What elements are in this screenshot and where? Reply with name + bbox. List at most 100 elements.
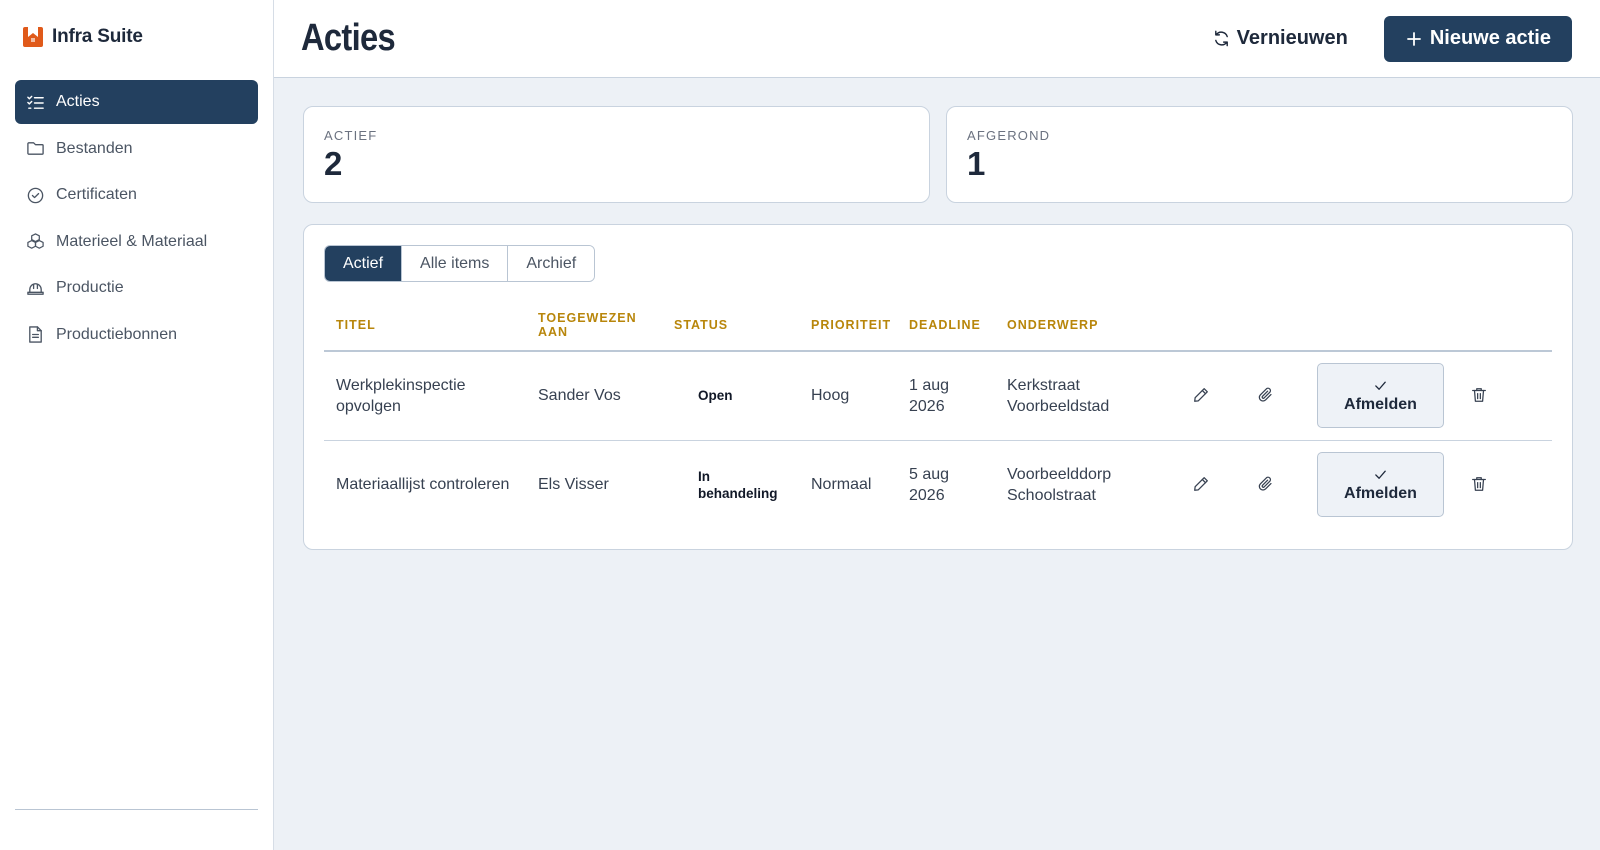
sidebar-item-bestanden[interactable]: Bestanden — [15, 127, 258, 171]
status-label: Open — [698, 388, 733, 404]
sidebar-item-acties[interactable]: Acties — [15, 80, 258, 124]
paperclip-icon — [1258, 387, 1272, 402]
topbar-actions: Vernieuwen Nieuwe actie — [1200, 15, 1572, 62]
sidebar-item-materieel[interactable]: Materieel & Materiaal — [15, 220, 258, 264]
topbar: Acties Vernieuwen Nieuwe actie — [274, 0, 1600, 78]
table-row[interactable]: Werkplekinspectie opvolgen Sander Vos Op… — [324, 351, 1552, 441]
attach-button[interactable] — [1252, 381, 1280, 409]
hard-hat-icon — [27, 282, 44, 295]
actions-table: TITEL TOEGEWEZEN AAN STATUS PRIORITEIT D… — [324, 299, 1552, 529]
cell-subject: Voorbeelddorp Schoolstraat — [1007, 465, 1112, 504]
edit-button[interactable] — [1187, 470, 1215, 498]
afmelden-label: Afmelden — [1344, 484, 1417, 502]
brand-logo-icon — [23, 27, 43, 47]
cell-delete — [1453, 440, 1552, 529]
trash-icon — [1472, 477, 1486, 492]
table-header-row: TITEL TOEGEWEZEN AAN STATUS PRIORITEIT D… — [324, 299, 1552, 352]
sidebar-item-certificaten[interactable]: Certificaten — [15, 173, 258, 217]
sidebar-item-label: Materieel & Materiaal — [56, 232, 208, 250]
cell-attach — [1240, 440, 1305, 529]
stat-value: 2 — [324, 145, 343, 182]
stat-card-actief: ACTIEF 2 — [303, 106, 930, 203]
cell-delete — [1453, 351, 1552, 441]
column-header-toegewezen[interactable]: TOEGEWEZEN AAN — [526, 299, 662, 352]
stat-label: AFGEROND — [967, 128, 1051, 143]
attach-button[interactable] — [1252, 470, 1280, 498]
tab-archief[interactable]: Archief — [508, 246, 595, 281]
afmelden-button[interactable]: Afmelden — [1317, 363, 1444, 429]
stat-card-afgerond: AFGEROND 1 — [946, 106, 1573, 203]
boxes-icon — [27, 233, 44, 249]
column-header-prioriteit[interactable]: PRIORITEIT — [799, 299, 897, 352]
content: ACTIEF 2 AFGEROND 1 Actief Alle items Ar… — [274, 78, 1600, 550]
sidebar-item-productiebonnen[interactable]: Productiebonnen — [15, 313, 258, 357]
brand[interactable]: Infra Suite — [15, 0, 258, 74]
afmelden-button[interactable]: Afmelden — [1317, 452, 1444, 518]
trash-icon — [1472, 388, 1486, 403]
tab-actief[interactable]: Actief — [325, 246, 403, 281]
column-header-empty — [1453, 299, 1552, 352]
folder-icon — [27, 142, 44, 155]
cell-done: Afmelden — [1305, 440, 1453, 529]
cell-priority: Normaal — [811, 476, 872, 494]
sidebar-item-label: Productiebonnen — [56, 325, 177, 343]
sidebar-item-label: Acties — [56, 93, 100, 110]
column-header-status[interactable]: STATUS — [662, 299, 799, 352]
new-action-button[interactable]: Nieuwe actie — [1383, 15, 1572, 62]
list-check-icon — [27, 95, 44, 109]
tab-alle-items[interactable]: Alle items — [402, 246, 509, 281]
sidebar-item-productie[interactable]: Productie — [15, 266, 258, 310]
sidebar: Infra Suite Acties Bestanden Certificate… — [0, 0, 274, 850]
page-title: Acties — [301, 17, 396, 59]
document-icon — [29, 326, 42, 343]
cell-assignee: Sander Vos — [526, 351, 662, 441]
sidebar-item-label: Bestanden — [56, 139, 133, 157]
column-header-titel[interactable]: TITEL — [324, 299, 526, 352]
refresh-icon — [1214, 30, 1228, 47]
cell-attach — [1240, 351, 1305, 441]
column-header-deadline[interactable]: DEADLINE — [897, 299, 995, 352]
stats: ACTIEF 2 AFGEROND 1 — [303, 106, 1573, 203]
stat-label: ACTIEF — [324, 128, 378, 143]
sidebar-item-label: Certificaten — [56, 186, 137, 203]
stat-value: 1 — [967, 145, 986, 182]
main-area: Acties Vernieuwen Nieuwe actie ACTIEF 2 … — [274, 0, 1600, 850]
pencil-icon — [1194, 477, 1208, 492]
column-header-empty — [1305, 299, 1453, 352]
cell-edit — [1175, 440, 1240, 529]
cell-status: Open — [662, 351, 799, 441]
table-row[interactable]: Materiaallijst controleren Els Visser In… — [324, 440, 1552, 529]
brand-name: Infra Suite — [52, 26, 143, 47]
column-header-empty — [1240, 299, 1305, 352]
paperclip-icon — [1258, 476, 1272, 491]
sidebar-divider — [15, 809, 258, 810]
column-header-onderwerp[interactable]: ONDERWERP — [995, 299, 1175, 352]
plus-icon — [1406, 31, 1421, 46]
new-action-label: Nieuwe actie — [1429, 27, 1551, 49]
edit-button[interactable] — [1187, 381, 1215, 409]
cell-assignee: Els Visser — [538, 476, 609, 494]
afmelden-label: Afmelden — [1344, 395, 1417, 413]
cell-title: Materiaallijst controleren — [336, 476, 510, 494]
cell-status: In behandeling — [662, 440, 799, 529]
cell-priority: Hoog — [799, 351, 897, 441]
refresh-label: Vernieuwen — [1236, 27, 1348, 49]
cell-deadline: 1 aug 2026 — [897, 351, 995, 441]
status-label: In behandeling — [698, 468, 778, 501]
badge-check-icon — [27, 187, 44, 203]
refresh-button[interactable]: Vernieuwen — [1200, 16, 1360, 62]
actions-panel: Actief Alle items Archief TITEL TOEGEWEZ… — [303, 224, 1573, 550]
pencil-icon — [1194, 388, 1208, 403]
filter-tabs: Actief Alle items Archief — [324, 245, 596, 282]
cell-edit — [1175, 351, 1240, 441]
delete-button[interactable] — [1465, 381, 1493, 409]
app: Infra Suite Acties Bestanden Certificate… — [0, 0, 1600, 850]
delete-button[interactable] — [1465, 470, 1493, 498]
check-icon — [1375, 470, 1386, 479]
sidebar-item-label: Productie — [56, 279, 124, 296]
cell-subject: Kerkstraat Voorbeeldstad — [995, 351, 1175, 441]
cell-deadline: 5 aug 2026 — [909, 465, 950, 504]
column-header-empty — [1175, 299, 1240, 352]
sidebar-nav: Acties Bestanden Certificaten Materieel … — [15, 80, 258, 357]
cell-done: Afmelden — [1305, 351, 1453, 441]
